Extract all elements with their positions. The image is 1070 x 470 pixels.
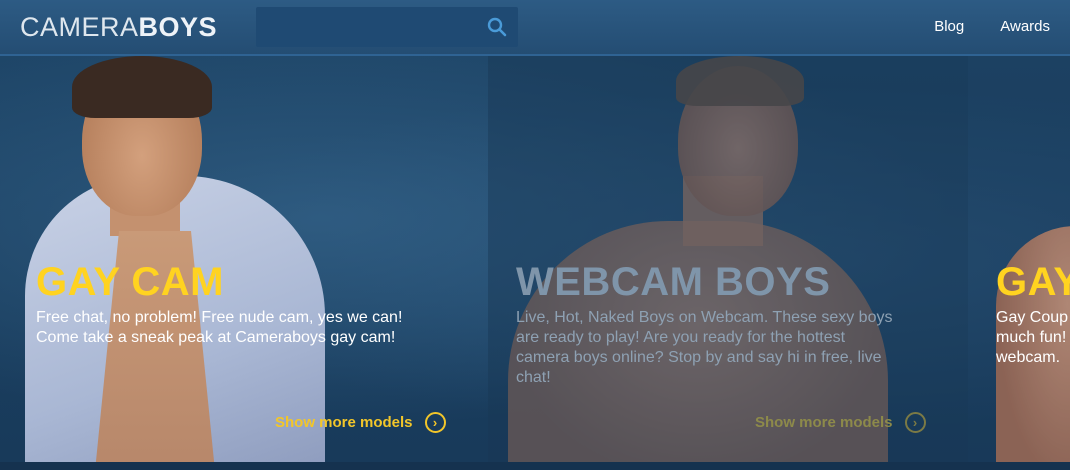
slide-title: WEBCAM BOYS (516, 260, 831, 304)
slide-description-line: webcam. (996, 349, 1061, 366)
nav-link-awards[interactable]: Awards (1000, 18, 1050, 35)
nav-link-blog[interactable]: Blog (934, 18, 964, 35)
slide-description: Gay Coup much fun! webcam. (996, 308, 1068, 368)
logo-text-camera: CAMERA (20, 12, 139, 42)
search-input[interactable] (256, 7, 476, 47)
slide-description: Free chat, no problem! Free nude cam, ye… (36, 308, 402, 348)
hero-banner: GAY CAM Free chat, no problem! Free nude… (0, 56, 1070, 462)
slide-dim-overlay (488, 56, 968, 462)
banner-bottom-strip (0, 462, 1070, 470)
slide-description-line: Gay Coup (996, 309, 1069, 326)
site-logo[interactable]: CAMERABOYS (20, 12, 217, 43)
slide-title: GAY CAM (36, 260, 224, 304)
slide-dim-overlay (968, 56, 1070, 462)
chevron-right-circle-icon: › (904, 412, 926, 433)
show-more-models-button[interactable]: Show more models › (755, 412, 926, 433)
slide-description-line: much fun! (996, 329, 1067, 346)
slide-gay-couples[interactable]: GAY Gay Coup much fun! webcam. (968, 56, 1070, 462)
slide-description: Live, Hot, Naked Boys on Webcam. These s… (516, 308, 892, 388)
chevron-right-circle-icon: › (424, 412, 446, 433)
slide-description-line: Free chat, no problem! Free nude cam, ye… (36, 309, 403, 326)
slide-description-line: camera boys online? Stop by and say hi i… (516, 349, 882, 366)
logo-text-boys: BOYS (138, 12, 218, 42)
slide-gay-cam[interactable]: GAY CAM Free chat, no problem! Free nude… (0, 56, 488, 462)
slide-description-line: Come take a sneak peak at Cameraboys gay… (36, 329, 396, 346)
slide-description-line: Live, Hot, Naked Boys on Webcam. These s… (516, 309, 893, 326)
show-more-label: Show more models (755, 414, 893, 431)
slide-title: GAY (996, 260, 1070, 304)
search-box (256, 7, 518, 47)
main-nav: Blog Awards (934, 18, 1050, 35)
show-more-models-button[interactable]: Show more models › (275, 412, 446, 433)
model-photo-hair (72, 56, 212, 118)
site-header: CAMERABOYS Blog Awards (0, 0, 1070, 56)
slide-description-line: chat! (516, 369, 551, 386)
search-icon[interactable] (486, 16, 508, 38)
show-more-label: Show more models (275, 414, 413, 431)
slide-description-line: are ready to play! Are you ready for the… (516, 329, 846, 346)
slide-webcam-boys[interactable]: WEBCAM BOYS Live, Hot, Naked Boys on Web… (488, 56, 968, 462)
